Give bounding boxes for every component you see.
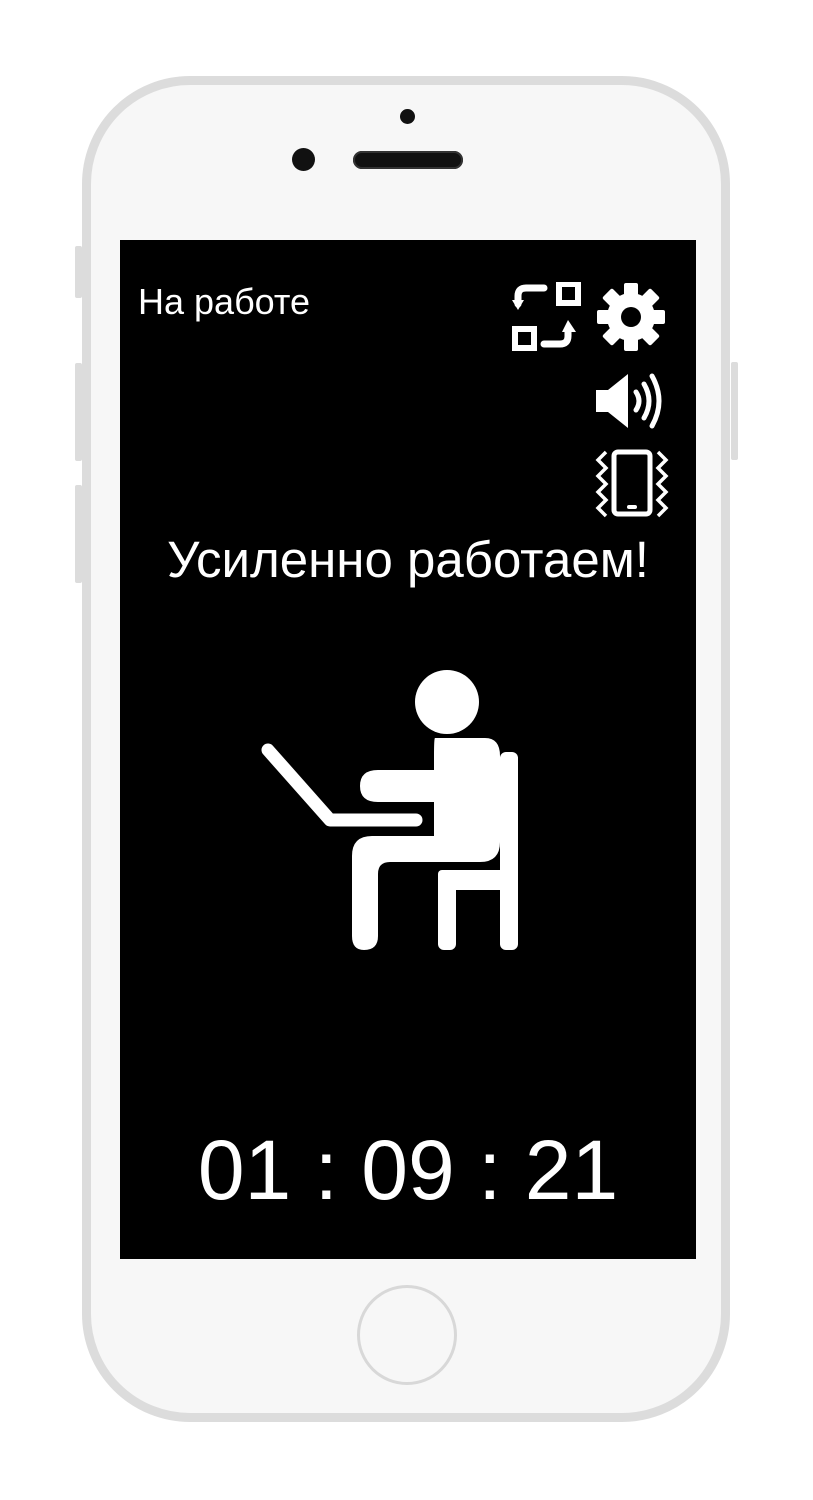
home-button[interactable] — [357, 1285, 457, 1385]
timer-minutes: 09 — [361, 1123, 455, 1217]
power-button — [731, 362, 738, 460]
volume-down-button — [75, 485, 82, 583]
sound-toggle-button[interactable] — [594, 370, 670, 432]
person-working-at-laptop-icon — [261, 670, 518, 950]
app-screen: На работе Усиленно работаем! 01: 09: 2… — [120, 240, 696, 1259]
mute-switch — [75, 246, 82, 298]
timer-seconds: 21 — [524, 1123, 619, 1217]
elapsed-timer: 01 : 09 : 21 — [120, 1120, 696, 1220]
work-illustration — [260, 660, 540, 965]
speaker-volume-icon — [596, 373, 662, 429]
timer-hours: 01 — [197, 1123, 292, 1217]
switch-mode-icon — [512, 282, 581, 351]
earpiece-speaker — [353, 151, 463, 169]
timer-separator-2: : — [478, 1123, 502, 1217]
status-text: Усиленно работаем! — [167, 531, 649, 588]
volume-up-button — [75, 363, 82, 461]
gear-icon — [597, 283, 665, 351]
mode-label: На работе — [138, 281, 311, 322]
proximity-sensor — [400, 109, 415, 124]
vibration-toggle-button[interactable] — [594, 448, 670, 518]
settings-button[interactable] — [594, 282, 668, 352]
phone-vibrate-icon — [595, 449, 669, 518]
switch-mode-button[interactable] — [510, 282, 584, 352]
timer-separator-1: : — [314, 1123, 338, 1217]
front-camera — [292, 148, 315, 171]
